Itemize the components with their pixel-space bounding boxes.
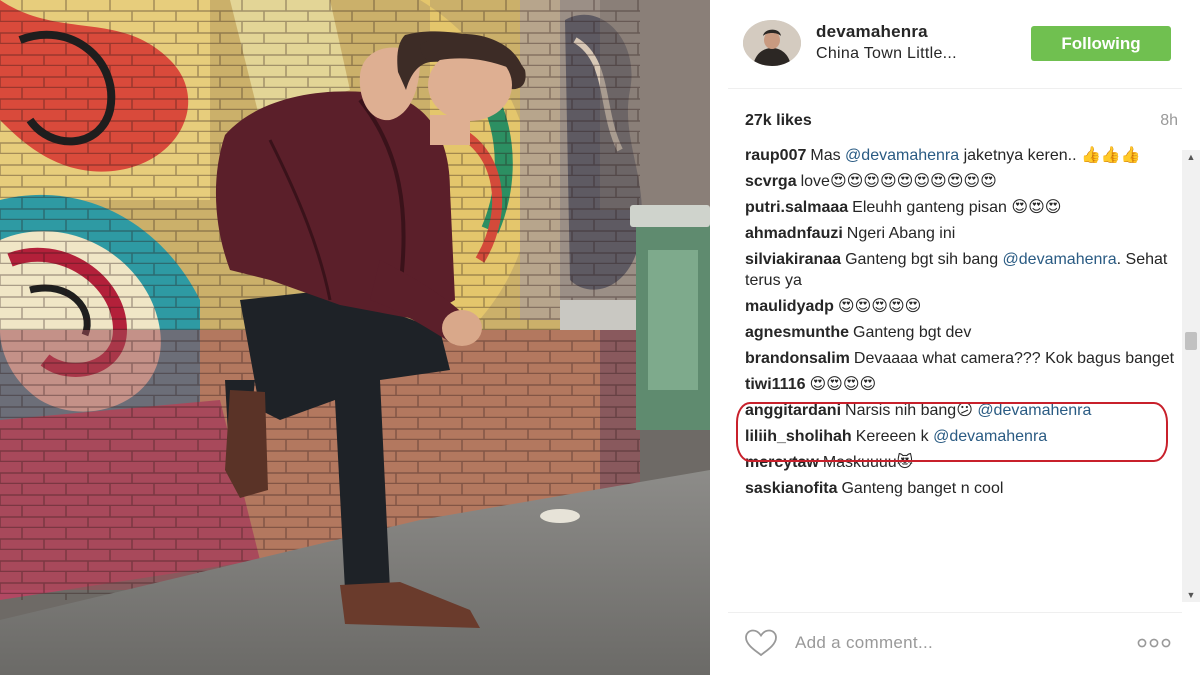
heart-icon[interactable] <box>744 629 778 657</box>
comment-username[interactable]: liliih_sholihah <box>745 428 852 445</box>
comment-mention[interactable]: @devamahenra <box>1003 251 1117 268</box>
post-location[interactable]: China Town Little... <box>816 45 957 63</box>
comment-username[interactable]: tiwi1116 <box>745 376 806 393</box>
comments-list: raup007 Mas @devamahenra jaketnya keren..… <box>745 146 1180 606</box>
comment-username[interactable]: brandonsalim <box>745 350 850 367</box>
comment-username[interactable]: mercytaw <box>745 454 819 471</box>
avatar[interactable] <box>743 20 801 66</box>
comment-mention[interactable]: @devamahenra <box>977 402 1091 419</box>
footer-divider <box>728 612 1182 613</box>
comment-mention[interactable]: @devamahenra <box>845 147 959 164</box>
comment-item: maulidyadp 😍😍😍😍😍 <box>745 297 1180 318</box>
comment-text: Narsis nih bang😕 <box>845 401 978 419</box>
comment-text: Mas <box>810 147 846 164</box>
avatar-image <box>743 20 801 66</box>
post-photo <box>0 0 710 675</box>
comment-item: agnesmunthe Ganteng bgt dev <box>745 323 1180 344</box>
comment-username[interactable]: saskianofita <box>745 480 837 497</box>
comment-item: saskianofita Ganteng banget n cool <box>745 479 1180 500</box>
comment-username[interactable]: putri.salmaaa <box>745 199 848 216</box>
comment-mention[interactable]: @devamahenra <box>933 428 1047 445</box>
comments-scrollbar[interactable]: ▲ ▼ <box>1182 150 1200 602</box>
comment-text: Devaaaa what camera??? Kok bagus banget <box>853 349 1175 367</box>
comment-item: silviakiranaa Ganteng bgt sih bang @devam… <box>745 250 1180 291</box>
post-time: 8h <box>1160 112 1178 129</box>
comment-text: Maskuuuu😻 <box>822 453 914 471</box>
add-comment-input[interactable] <box>795 628 1125 658</box>
comment-text: Ganteng banget n cool <box>841 479 1004 497</box>
photo-illustration <box>0 0 710 675</box>
comment-username[interactable]: ahmadnfauzi <box>745 225 843 242</box>
comment-username[interactable]: maulidyadp <box>745 298 834 315</box>
comment-item: anggitardani Narsis nih bang😕 @devamahenr… <box>745 401 1180 422</box>
comment-username[interactable]: anggitardani <box>745 402 841 419</box>
following-button[interactable]: Following <box>1031 26 1171 61</box>
scroll-thumb[interactable] <box>1185 332 1197 350</box>
comment-item: putri.salmaaa Eleuhh ganteng pisan 😍😍😍 <box>745 198 1180 219</box>
comment-text: love😍😍😍😍😍😍😍😍😍😍 <box>800 173 997 190</box>
comment-text: jaketnya keren.. 👍👍👍 <box>959 147 1141 164</box>
comment-item: brandonsalim Devaaaa what camera??? Kok b… <box>745 349 1180 370</box>
header-divider <box>728 88 1182 89</box>
comment-text: 😍😍😍😍😍 <box>837 297 922 315</box>
more-options-icon[interactable] <box>1134 630 1174 656</box>
post-username[interactable]: devamahenra <box>816 22 928 42</box>
comment-username[interactable]: agnesmunthe <box>745 324 849 341</box>
post-details-panel: devamahenra China Town Little... Followi… <box>710 0 1200 675</box>
likes-count[interactable]: 27k likes <box>745 112 812 130</box>
comment-text: 😍😍😍😍 <box>809 375 877 393</box>
comment-text: Kereeen k <box>855 427 934 445</box>
comment-item: ahmadnfauzi Ngeri Abang ini <box>745 224 1180 245</box>
post-header: devamahenra China Town Little... Followi… <box>710 0 1200 88</box>
scroll-down-arrow-icon[interactable]: ▼ <box>1182 588 1200 602</box>
comment-text: Eleuhh ganteng pisan 😍😍😍 <box>852 199 1062 216</box>
comment-username[interactable]: scvrga <box>745 173 797 190</box>
comment-text: Ngeri Abang ini <box>846 225 956 242</box>
comment-username[interactable]: raup007 <box>745 147 806 164</box>
scroll-up-arrow-icon[interactable]: ▲ <box>1182 150 1200 164</box>
comment-item: tiwi1116 😍😍😍😍 <box>745 375 1180 396</box>
comment-username[interactable]: silviakiranaa <box>745 251 841 268</box>
comment-item: liliih_sholihah Kereeen k @devamahenra <box>745 427 1180 448</box>
comment-text: Ganteng bgt sih bang <box>845 251 1003 268</box>
comment-item: scvrga love😍😍😍😍😍😍😍😍😍😍 <box>745 172 1180 193</box>
comment-item: raup007 Mas @devamahenra jaketnya keren..… <box>745 146 1180 167</box>
comment-text: Ganteng bgt dev <box>853 323 972 341</box>
comment-item: mercytaw Maskuuuu😻 <box>745 453 1180 474</box>
